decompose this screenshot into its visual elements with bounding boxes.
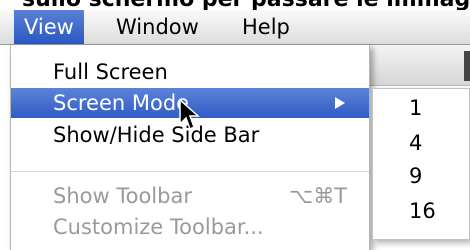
menu-item-full-screen[interactable]: Full Screen <box>11 57 369 87</box>
screen-mode-submenu: 1 4 9 16 <box>372 88 470 240</box>
submenu-item-label: 4 <box>409 131 423 155</box>
menu-item-label: Full Screen <box>53 60 168 84</box>
menu-bar-help[interactable]: Help <box>232 10 300 44</box>
menu-item-show-toolbar: Show Toolbar ⌥⌘T <box>11 181 369 211</box>
menu-item-label: Screen Mode <box>53 91 190 115</box>
menu-separator <box>11 171 369 172</box>
submenu-item-4[interactable]: 4 <box>373 128 469 158</box>
view-menu-dropdown: Full Screen Screen Mode Show/Hide Side B… <box>10 45 370 250</box>
submenu-item-label: 16 <box>409 199 436 223</box>
background-page-text: sullo schermo per passare le immagini <box>22 0 470 10</box>
triangle-right-icon <box>335 97 345 109</box>
submenu-item-label: 9 <box>409 164 423 188</box>
menu-bar: View Window Help <box>0 10 470 45</box>
submenu-item-16[interactable]: 16 <box>373 196 469 226</box>
background-page-strip: sullo schermo per passare le immagini <box>0 0 470 10</box>
background-window-toolbar <box>368 45 470 86</box>
mouse-pointer-icon <box>179 98 200 131</box>
menu-item-label: Show Toolbar <box>53 184 192 208</box>
menu-item-label: Show/Hide Side Bar <box>53 123 260 147</box>
submenu-item-1[interactable]: 1 <box>373 93 469 123</box>
menu-item-customize-toolbar: Customize Toolbar... <box>11 212 369 242</box>
submenu-item-9[interactable]: 9 <box>373 161 469 191</box>
menu-item-shortcut: ⌥⌘T <box>289 184 348 208</box>
menu-bar-window[interactable]: Window <box>106 10 209 44</box>
background-window-edge <box>464 51 470 81</box>
menu-item-label: Customize Toolbar... <box>53 215 264 239</box>
menu-bar-view[interactable]: View <box>14 10 84 44</box>
submenu-item-label: 1 <box>409 96 423 120</box>
